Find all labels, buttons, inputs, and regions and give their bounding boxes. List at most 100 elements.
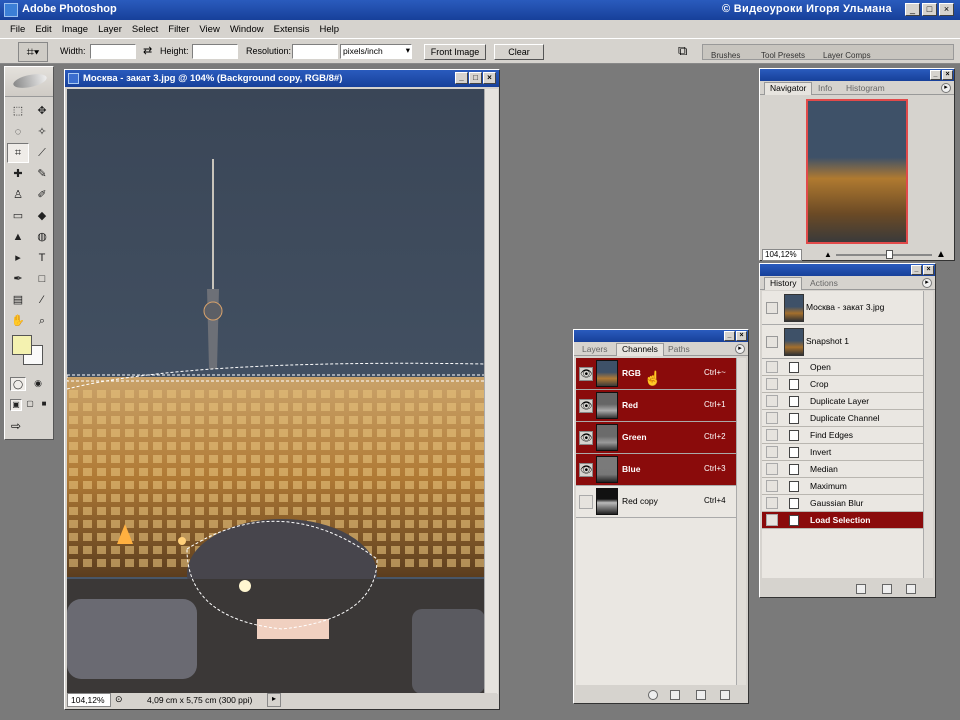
path-select-tool-icon[interactable]: ▸ xyxy=(7,248,29,268)
width-field[interactable] xyxy=(90,44,136,59)
quick-mask-icon[interactable]: ◉ xyxy=(30,377,46,391)
channels-minimize-button[interactable]: _ xyxy=(724,331,735,341)
history-source-box[interactable] xyxy=(766,361,778,373)
panel-menu-icon[interactable]: ▸ xyxy=(941,83,951,93)
blur-tool-icon[interactable]: ▲ xyxy=(7,227,29,247)
tab-navigator[interactable]: Navigator xyxy=(764,82,813,95)
clear-button[interactable]: Clear xyxy=(494,44,544,60)
history-step[interactable]: Median xyxy=(762,461,924,478)
menu-file[interactable]: File xyxy=(10,24,25,35)
pen-tool-icon[interactable]: ✒ xyxy=(7,269,29,289)
crop-tool-icon[interactable]: ⌗ xyxy=(7,143,29,163)
palette-well-tab-layer-comps[interactable]: Layer Comps xyxy=(823,51,871,60)
screen-mode-full-icon[interactable]: ■ xyxy=(38,399,50,411)
screen-mode-standard-icon[interactable]: ▣ xyxy=(10,399,22,411)
menu-edit[interactable]: Edit xyxy=(35,24,51,35)
crop-preset-picker[interactable]: ⌗▾ xyxy=(18,42,48,62)
navigator-thumbnail[interactable] xyxy=(806,99,908,244)
history-source-box[interactable] xyxy=(766,412,778,424)
history-source-box[interactable] xyxy=(766,514,778,526)
history-step[interactable]: Maximum xyxy=(762,478,924,495)
menu-layer[interactable]: Layer xyxy=(98,24,122,35)
navigator-minimize-button[interactable]: _ xyxy=(930,70,941,80)
history-source-box[interactable] xyxy=(766,446,778,458)
history-step[interactable]: Open xyxy=(762,359,924,376)
visibility-eye-icon[interactable]: 👁 xyxy=(579,463,593,477)
history-step[interactable]: Gaussian Blur xyxy=(762,495,924,512)
history-source-box[interactable] xyxy=(766,480,778,492)
history-step[interactable]: Invert xyxy=(762,444,924,461)
move-tool-icon[interactable]: ✥ xyxy=(31,101,53,121)
tab-actions[interactable]: Actions xyxy=(810,278,838,288)
screen-mode-full-menu-icon[interactable]: ▢ xyxy=(24,399,36,411)
tab-channels[interactable]: Channels xyxy=(616,343,664,356)
tab-histogram[interactable]: Histogram xyxy=(846,83,885,93)
menu-select[interactable]: Select xyxy=(132,24,158,35)
document-minimize-button[interactable]: _ xyxy=(455,72,468,84)
tab-layers[interactable]: Layers xyxy=(582,344,608,354)
history-step[interactable]: Duplicate Layer xyxy=(762,393,924,410)
channels-menu-icon[interactable]: ▸ xyxy=(735,344,745,354)
stamp-tool-icon[interactable]: ♙ xyxy=(7,185,29,205)
close-button[interactable]: × xyxy=(939,3,954,16)
visibility-eye-icon[interactable]: 👁 xyxy=(579,367,593,381)
tab-info[interactable]: Info xyxy=(818,83,832,93)
new-channel-icon[interactable] xyxy=(696,690,706,700)
minimize-button[interactable]: _ xyxy=(905,3,920,16)
visibility-eye-icon[interactable]: 👁 xyxy=(579,431,593,445)
brush-tool-icon[interactable]: ✎ xyxy=(31,164,53,184)
navigator-close-button[interactable]: × xyxy=(942,70,953,80)
history-source-box[interactable] xyxy=(766,429,778,441)
navigator-zoom-field[interactable]: 104,12% xyxy=(762,249,802,261)
save-selection-as-channel-icon[interactable] xyxy=(670,690,680,700)
navigator-zoom-slider[interactable] xyxy=(836,254,932,256)
history-step[interactable]: Crop xyxy=(762,376,924,393)
eraser-tool-icon[interactable]: ▭ xyxy=(7,206,29,226)
visibility-eye-icon[interactable] xyxy=(579,495,593,509)
history-menu-icon[interactable]: ▸ xyxy=(922,278,932,288)
new-snapshot-icon[interactable] xyxy=(882,584,892,594)
history-step[interactable]: Load Selection xyxy=(762,512,924,529)
channel-row[interactable]: 👁 RGB Ctrl+~ ☝ xyxy=(576,358,736,390)
channel-row[interactable]: 👁 Blue Ctrl+3 xyxy=(576,454,736,486)
history-source-box[interactable] xyxy=(766,463,778,475)
history-minimize-button[interactable]: _ xyxy=(911,265,922,275)
healing-tool-icon[interactable]: ✚ xyxy=(7,164,29,184)
image-canvas[interactable] xyxy=(67,89,485,694)
menu-filter[interactable]: Filter xyxy=(168,24,189,35)
history-source-box[interactable] xyxy=(766,497,778,509)
history-source-box[interactable] xyxy=(766,378,778,390)
menu-window[interactable]: Window xyxy=(230,24,264,35)
zoom-in-icon[interactable]: ▲ xyxy=(936,249,946,260)
menu-extensis[interactable]: Extensis xyxy=(274,24,310,35)
palette-well-tab-tool-presets[interactable]: Tool Presets xyxy=(761,51,805,60)
trash-icon[interactable] xyxy=(906,584,916,594)
hand-tool-icon[interactable]: ✋ xyxy=(7,311,29,331)
history-close-button[interactable]: × xyxy=(923,265,934,275)
type-tool-icon[interactable]: T xyxy=(31,248,53,268)
maximize-button[interactable]: □ xyxy=(922,3,937,16)
new-document-from-state-icon[interactable] xyxy=(856,584,866,594)
channel-row[interactable]: 👁 Red Ctrl+1 xyxy=(576,390,736,422)
shape-tool-icon[interactable]: □ xyxy=(31,269,53,289)
zoom-out-icon[interactable]: ▲ xyxy=(824,250,832,259)
resolution-units-select[interactable]: pixels/inch ▾ xyxy=(340,44,412,59)
delete-channel-icon[interactable] xyxy=(720,690,730,700)
dodge-tool-icon[interactable]: ◍ xyxy=(31,227,53,247)
history-snapshot[interactable]: Snapshot 1 xyxy=(762,325,924,359)
slice-tool-icon[interactable]: ⟋ xyxy=(31,143,53,163)
channels-scrollbar[interactable] xyxy=(736,358,746,685)
magic-wand-tool-icon[interactable]: ✧ xyxy=(31,122,53,142)
tab-history[interactable]: History xyxy=(764,277,803,290)
channel-row[interactable]: Red copy Ctrl+4 xyxy=(576,486,736,518)
menu-help[interactable]: Help xyxy=(320,24,340,35)
notes-tool-icon[interactable]: ▤ xyxy=(7,290,29,310)
swap-dimensions-icon[interactable]: ⇄ xyxy=(143,44,152,57)
channel-row[interactable]: 👁 Green Ctrl+2 xyxy=(576,422,736,454)
status-arrow-icon[interactable]: ▸ xyxy=(267,693,281,707)
history-source-icon[interactable] xyxy=(766,302,778,314)
document-zoom-field[interactable]: 104,12% xyxy=(67,693,111,707)
status-menu-icon[interactable]: ⊙ xyxy=(115,694,123,705)
document-vertical-scrollbar[interactable] xyxy=(484,89,498,694)
document-close-button[interactable]: × xyxy=(483,72,496,84)
